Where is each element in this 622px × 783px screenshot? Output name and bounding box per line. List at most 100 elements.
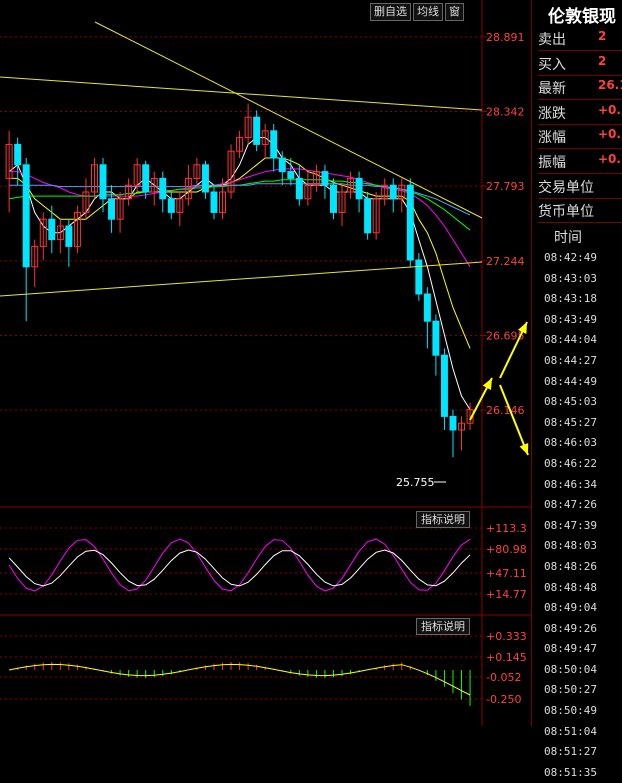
quote-value: 26.1 [598,78,622,93]
quote-value: +0.1 [598,102,622,117]
tick-time: 08:50:27 [544,683,597,697]
candle-body [14,143,22,166]
ma60-line [9,183,471,216]
time-header: 时间 [554,230,582,246]
ma20-line [9,168,471,268]
tick-time: 08:50:49 [544,704,597,718]
arrow-head [519,443,529,455]
indicator-help-button-1[interactable]: 指标说明 [416,511,470,528]
candle-body [201,164,209,193]
tick-time: 08:44:04 [544,333,597,347]
quote-label: 买入 [538,56,566,73]
quote-value: +0.7 [598,152,622,166]
y-tick-label: 27.244 [486,255,525,268]
tick-time: 08:44:27 [544,353,597,367]
quote-row: 交易单位 [538,174,622,199]
y-tick-label: 27.793 [486,180,525,193]
quote-row: 涨跌 +0.1 [538,100,622,125]
indicator-help-button-2[interactable]: 指标说明 [416,618,470,635]
tick-time: 08:42:49 [544,251,597,264]
tick-time: 08:49:47 [544,642,597,656]
annotation-arrow [499,384,529,456]
chart-toolbar: 删自选 均线 窗 [370,3,464,21]
candle-body [210,191,218,213]
quote-row: 涨幅 +0.5 [538,124,622,150]
tick-time: 08:51:04 [544,724,597,738]
osc-tick-label: +14.77 [486,588,527,601]
tick-time: 08:44:49 [544,374,597,388]
candle-body [440,354,448,417]
tick-time: 08:47:26 [544,498,597,512]
y-tick-label: 28.891 [486,31,525,44]
candle-body [22,164,30,268]
osc-tick-label: +80.98 [486,543,527,556]
osc-line-k [8,538,471,592]
macd-tick-label: +0.333 [486,630,527,643]
candle-body [142,164,150,193]
tick-time: 08:48:48 [544,580,597,594]
candle-body [270,130,278,159]
y-tick-label: 26.146 [486,404,525,417]
tick-time: 08:43:03 [544,271,597,285]
candle-body [449,415,457,431]
quote-label: 货币单位 [538,204,594,221]
tick-time: 08:45:03 [544,395,597,409]
quote-panel: 伦敦银现 卖出 2 买入 2 最新 26.1 涨跌 +0.1 涨幅 +0.5 振幅 +0.7 交易单位货… [531,0,622,779]
macd-tick-label: -0.052 [486,671,521,684]
quote-value: +0.5 [598,127,622,142]
candle-body [167,198,175,213]
moving-average-button[interactable]: 均线 [413,3,443,21]
tick-time: 08:45:27 [544,415,597,429]
tick-time: 08:43:49 [544,312,597,326]
candle-body [406,184,414,261]
tick-time: 08:50:04 [544,662,597,676]
candle-body [48,218,56,241]
instrument-title: 伦敦银现 [548,7,616,27]
ma30-line [9,179,471,231]
tick-time-list[interactable]: 08:42:49 08:43:03 08:43:18 08:43:49 08:44:04… [544,248,597,783]
candle-body [423,293,431,322]
candle-body [432,320,440,356]
candle-body [389,184,397,200]
quote-row: 最新 26.1 [538,75,622,101]
quote-label: 涨幅 [538,130,566,147]
tick-time: 08:47:39 [544,518,597,532]
window-button[interactable]: 窗 [445,3,464,21]
candle-body [278,157,286,173]
trend-line [0,261,483,297]
osc-tick-label: +47.11 [486,567,527,580]
macd-tick-label: -0.250 [486,693,521,706]
tick-time: 08:49:26 [544,621,597,635]
trend-line [94,21,483,219]
y-tick-label: 28.342 [486,105,525,118]
candle-body [364,198,372,234]
quote-row: 买入 2 [538,51,622,76]
candle-body [295,177,303,200]
quote-row: 振幅 +0.7 [538,149,622,174]
quote-label: 振幅 [538,155,566,171]
quote-label: 最新 [538,81,566,98]
low-price-label: 25.755 [396,476,435,489]
tick-time: 08:46:03 [544,436,597,450]
quote-row: 卖出 2 [538,26,622,51]
quote-label: 涨跌 [538,105,566,122]
quote-value: 2 [598,29,607,43]
candle-body [108,198,116,220]
tick-time: 08:43:18 [544,292,597,306]
tick-time: 08:48:03 [544,539,597,553]
candle-body [329,184,337,213]
trend-line [0,76,483,111]
quote-label: 卖出 [538,32,566,48]
candle-body [99,164,107,200]
candle-body [65,225,73,247]
candle-body [159,177,167,200]
tick-time: 08:46:34 [544,477,597,491]
osc-tick-label: +113.3 [486,522,527,535]
candle-body [253,116,261,145]
quote-row: 货币单位 [538,198,622,224]
candle-body [415,259,423,295]
quote-value: 2 [598,53,607,68]
delete-favorite-button[interactable]: 删自选 [370,3,411,21]
tick-time: 08:51:27 [544,745,597,759]
tick-time: 08:48:26 [544,559,597,573]
